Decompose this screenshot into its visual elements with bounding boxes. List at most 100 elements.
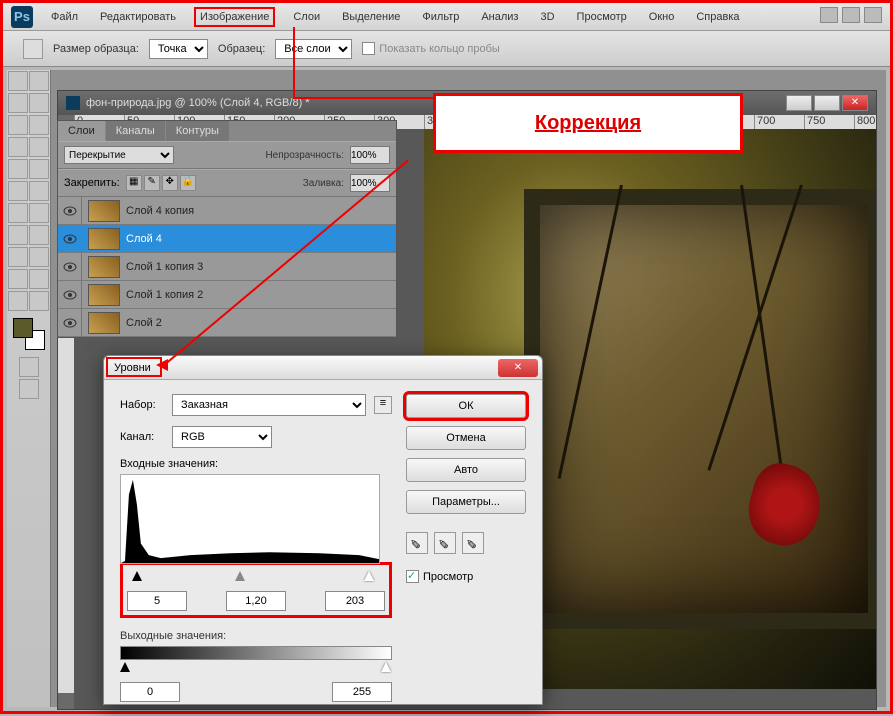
heal-tool[interactable]	[8, 137, 28, 157]
callout-text: Коррекция	[535, 112, 641, 135]
menu-select[interactable]: Выделение	[338, 9, 404, 25]
layer-row[interactable]: Слой 1 копия 3	[58, 253, 396, 281]
ps-logo: Ps	[11, 6, 33, 28]
out-white-slider[interactable]	[381, 662, 391, 672]
visibility-toggle[interactable]	[58, 197, 82, 225]
input-sliders[interactable]	[127, 571, 385, 585]
preset-label: Набор:	[120, 399, 164, 411]
sample-size-select[interactable]: Точка	[149, 39, 208, 59]
preview-checkbox[interactable]	[406, 570, 419, 583]
quickmask-tool[interactable]	[19, 357, 39, 377]
lock-position-icon[interactable]: ✥	[162, 175, 178, 191]
3d-tool[interactable]	[8, 269, 28, 289]
brush-tool[interactable]	[29, 137, 49, 157]
menu-3d[interactable]: 3D	[536, 9, 558, 25]
icon-grid[interactable]	[864, 7, 882, 23]
blur-tool[interactable]	[8, 203, 28, 223]
black-dropper-icon[interactable]	[406, 532, 428, 554]
menu-analysis[interactable]: Анализ	[477, 9, 522, 25]
midtone-slider[interactable]	[235, 571, 245, 581]
menu-edit[interactable]: Редактировать	[96, 9, 180, 25]
lock-all-icon[interactable]: 🔒	[180, 175, 196, 191]
menu-layer[interactable]: Слои	[289, 9, 324, 25]
move-tool[interactable]	[8, 71, 28, 91]
white-dropper-icon[interactable]	[462, 532, 484, 554]
fg-color[interactable]	[13, 318, 33, 338]
history-tool[interactable]	[29, 159, 49, 179]
histogram	[120, 474, 380, 564]
highlights-input[interactable]	[325, 591, 385, 611]
tab-layers[interactable]: Слои	[58, 121, 105, 141]
tab-paths[interactable]: Контуры	[166, 121, 229, 141]
channel-label: Канал:	[120, 431, 164, 443]
layer-thumb	[88, 284, 120, 306]
zoom-tool[interactable]	[29, 291, 49, 311]
sample-size-label: Размер образца:	[53, 43, 139, 55]
shadows-input[interactable]	[127, 591, 187, 611]
options-button[interactable]: Параметры...	[406, 490, 526, 514]
dodge-tool[interactable]	[29, 203, 49, 223]
eraser-tool[interactable]	[8, 181, 28, 201]
cancel-button[interactable]: Отмена	[406, 426, 526, 450]
visibility-toggle[interactable]	[58, 225, 82, 253]
show-ring-checkbox[interactable]	[362, 42, 375, 55]
crop-tool[interactable]	[8, 115, 28, 135]
eyedrop-tool[interactable]	[29, 115, 49, 135]
opacity-input[interactable]	[350, 146, 390, 164]
maximize-button[interactable]: ▭	[814, 95, 840, 111]
out-black-input[interactable]	[120, 682, 180, 702]
menu-help[interactable]: Справка	[692, 9, 743, 25]
path-tool[interactable]	[8, 247, 28, 267]
gradient-tool[interactable]	[29, 181, 49, 201]
cam-tool[interactable]	[29, 269, 49, 289]
shadow-slider[interactable]	[132, 571, 142, 581]
layer-thumb	[88, 256, 120, 278]
layer-row-selected[interactable]: Слой 4	[58, 225, 396, 253]
layer-name: Слой 4	[126, 233, 162, 245]
out-white-input[interactable]	[332, 682, 392, 702]
stamp-tool[interactable]	[8, 159, 28, 179]
menu-filter[interactable]: Фильтр	[418, 9, 463, 25]
lock-pixels-icon[interactable]: ✎	[144, 175, 160, 191]
minimize-button[interactable]: —	[786, 95, 812, 111]
channel-select[interactable]: RGB	[172, 426, 272, 448]
close-button[interactable]: ✕	[842, 95, 868, 111]
hand-tool[interactable]	[8, 291, 28, 311]
screenmode-tool[interactable]	[19, 379, 39, 399]
menu-view[interactable]: Просмотр	[573, 9, 631, 25]
output-sliders[interactable]	[120, 662, 392, 676]
midtones-input[interactable]	[226, 591, 286, 611]
arrow-head-levels	[156, 359, 168, 371]
blend-mode-select[interactable]: Перекрытие	[64, 146, 174, 164]
pen-tool[interactable]	[8, 225, 28, 245]
type-tool[interactable]	[29, 225, 49, 245]
menu-file[interactable]: Файл	[47, 9, 82, 25]
visibility-toggle[interactable]	[58, 281, 82, 309]
eyedropper-tool-icon[interactable]	[23, 39, 43, 59]
wand-tool[interactable]	[29, 93, 49, 113]
preset-menu-icon[interactable]: ≡	[374, 396, 392, 414]
out-black-slider[interactable]	[120, 662, 130, 672]
icon-br[interactable]	[820, 7, 838, 23]
color-swatches[interactable]	[13, 318, 45, 350]
marquee-tool[interactable]	[29, 71, 49, 91]
lock-transparent-icon[interactable]: ▦	[126, 175, 142, 191]
dialog-close-button[interactable]: ✕	[498, 359, 538, 377]
visibility-toggle[interactable]	[58, 309, 82, 337]
auto-button[interactable]: Авто	[406, 458, 526, 482]
menu-image[interactable]: Изображение	[194, 7, 275, 27]
show-ring-label: Показать кольцо пробы	[379, 43, 500, 55]
menu-window[interactable]: Окно	[645, 9, 679, 25]
shape-tool[interactable]	[29, 247, 49, 267]
icon-mb[interactable]	[842, 7, 860, 23]
lasso-tool[interactable]	[8, 93, 28, 113]
highlight-slider[interactable]	[364, 571, 374, 581]
layer-row[interactable]: Слой 1 копия 2	[58, 281, 396, 309]
gray-dropper-icon[interactable]	[434, 532, 456, 554]
visibility-toggle[interactable]	[58, 253, 82, 281]
tab-channels[interactable]: Каналы	[106, 121, 165, 141]
ok-button[interactable]: ОК	[406, 394, 526, 418]
sample-select[interactable]: Все слои	[275, 39, 352, 59]
output-gradient[interactable]	[120, 646, 392, 660]
preset-select[interactable]: Заказная	[172, 394, 366, 416]
